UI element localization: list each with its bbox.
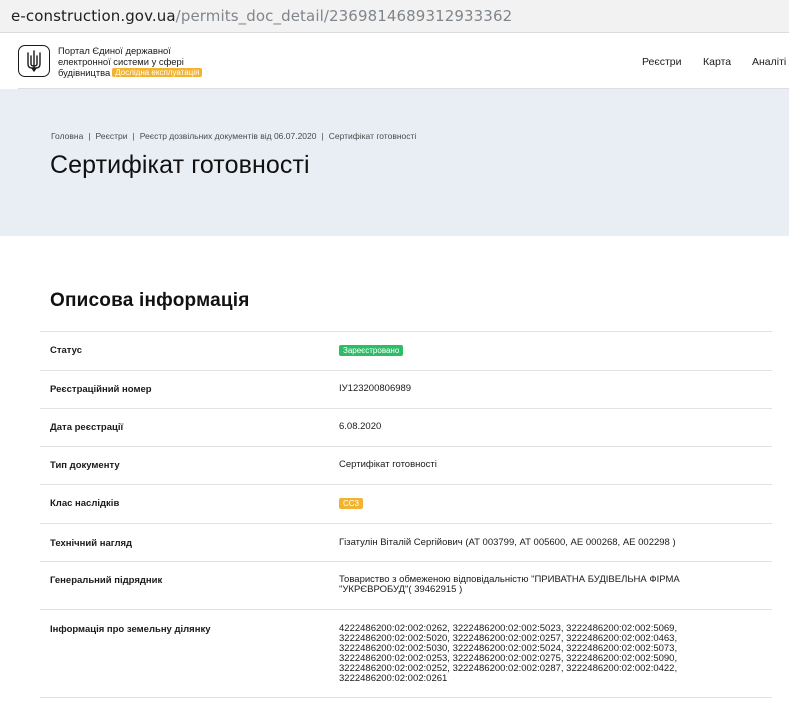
value-land-plot: 4222486200:02:002:0262, 3222486200:02:00… (339, 624, 677, 684)
label-consequence-class: Клас наслідків (50, 498, 120, 509)
value-consequence-class: СС3 (339, 498, 364, 509)
row-reg-date: Дата реєстрації 6.08.2020 (40, 408, 772, 446)
breadcrumb: Головна | Реєстри | Реєстр дозвільних докуме… (51, 131, 416, 141)
url-path: /permits_doc_detail/2369814689312933362 (175, 7, 513, 25)
row-status: Статус Зареєстровано (40, 331, 772, 370)
value-general-contractor: Товариство з обмеженою відповідальністю … (339, 575, 680, 595)
brand-line-2: електронної системи у сфері (58, 56, 184, 67)
row-land-plot: Інформація про земельну ділянку 42224862… (40, 609, 772, 698)
site-header: Портал Єдиної державної електронної сист… (0, 33, 789, 88)
label-status: Статус (50, 345, 83, 356)
label-general-contractor: Генеральний підрядник (50, 575, 163, 586)
breadcrumb-home[interactable]: Головна (51, 131, 83, 141)
land-plot-line: 3222486200:02:002:0261 (339, 673, 448, 684)
value-tech-supervision: Гізатулін Віталій Сергійович (АТ 003799,… (339, 537, 676, 548)
breadcrumb-separator: | (132, 131, 135, 141)
value-status: Зареєстровано (339, 345, 404, 356)
beta-badge: Дослідна експлуатація (112, 68, 203, 77)
breadcrumb-registers[interactable]: Реєстри (96, 131, 128, 141)
trident-icon[interactable] (18, 45, 50, 77)
brand-line-3: будівництва (58, 67, 111, 78)
section-title: Описова інформація (50, 290, 250, 311)
brand-text[interactable]: Портал Єдиної державної електронної сист… (58, 45, 203, 78)
value-doc-type: Сертифікат готовності (339, 459, 437, 470)
breadcrumb-separator: | (88, 131, 91, 141)
breadcrumb-current: Сертифікат готовності (328, 131, 417, 141)
hero-banner: Головна | Реєстри | Реєстр дозвільних докуме… (0, 89, 789, 236)
info-table: Статус Зареєстровано Реєстраційний номер… (40, 331, 772, 698)
breadcrumb-separator: | (321, 131, 324, 141)
row-reg-number: Реєстраційний номер ІУ123200806989 (40, 370, 772, 408)
page-title: Сертифікат готовності (50, 151, 310, 179)
label-land-plot: Інформація про земельну ділянку (50, 624, 211, 635)
value-reg-date: 6.08.2020 (339, 421, 382, 432)
nav-analytics[interactable]: Аналіті (752, 56, 786, 68)
label-reg-number: Реєстраційний номер (50, 384, 152, 395)
row-tech-supervision: Технічний нагляд Гізатулін Віталій Сергі… (40, 523, 772, 561)
label-reg-date: Дата реєстрації (50, 422, 124, 433)
row-general-contractor: Генеральний підрядник Товариство з обмеж… (40, 561, 772, 609)
breadcrumb-permits-registry[interactable]: Реєстр дозвільних документів від 06.07.2… (140, 131, 317, 141)
row-consequence-class: Клас наслідків СС3 (40, 484, 772, 523)
address-bar[interactable]: e-construction.gov.ua/permits_doc_detail… (0, 0, 789, 33)
value-reg-number: ІУ123200806989 (339, 383, 412, 394)
url-text[interactable]: e-construction.gov.ua/permits_doc_detail… (11, 7, 512, 25)
brand-line-1: Портал Єдиної державної (58, 45, 171, 56)
nav-map[interactable]: Карта (703, 56, 731, 68)
consequence-class-badge: СС3 (339, 498, 364, 509)
status-badge: Зареєстровано (339, 345, 404, 356)
label-doc-type: Тип документу (50, 460, 120, 471)
url-host: e-construction.gov.ua (11, 7, 176, 25)
row-doc-type: Тип документу Сертифікат готовності (40, 446, 772, 484)
nav-registers[interactable]: Реєстри (642, 56, 682, 68)
general-contractor-line: "УКРЄВРОБУД"( 39462915 ) (339, 584, 463, 595)
label-tech-supervision: Технічний нагляд (50, 538, 133, 549)
